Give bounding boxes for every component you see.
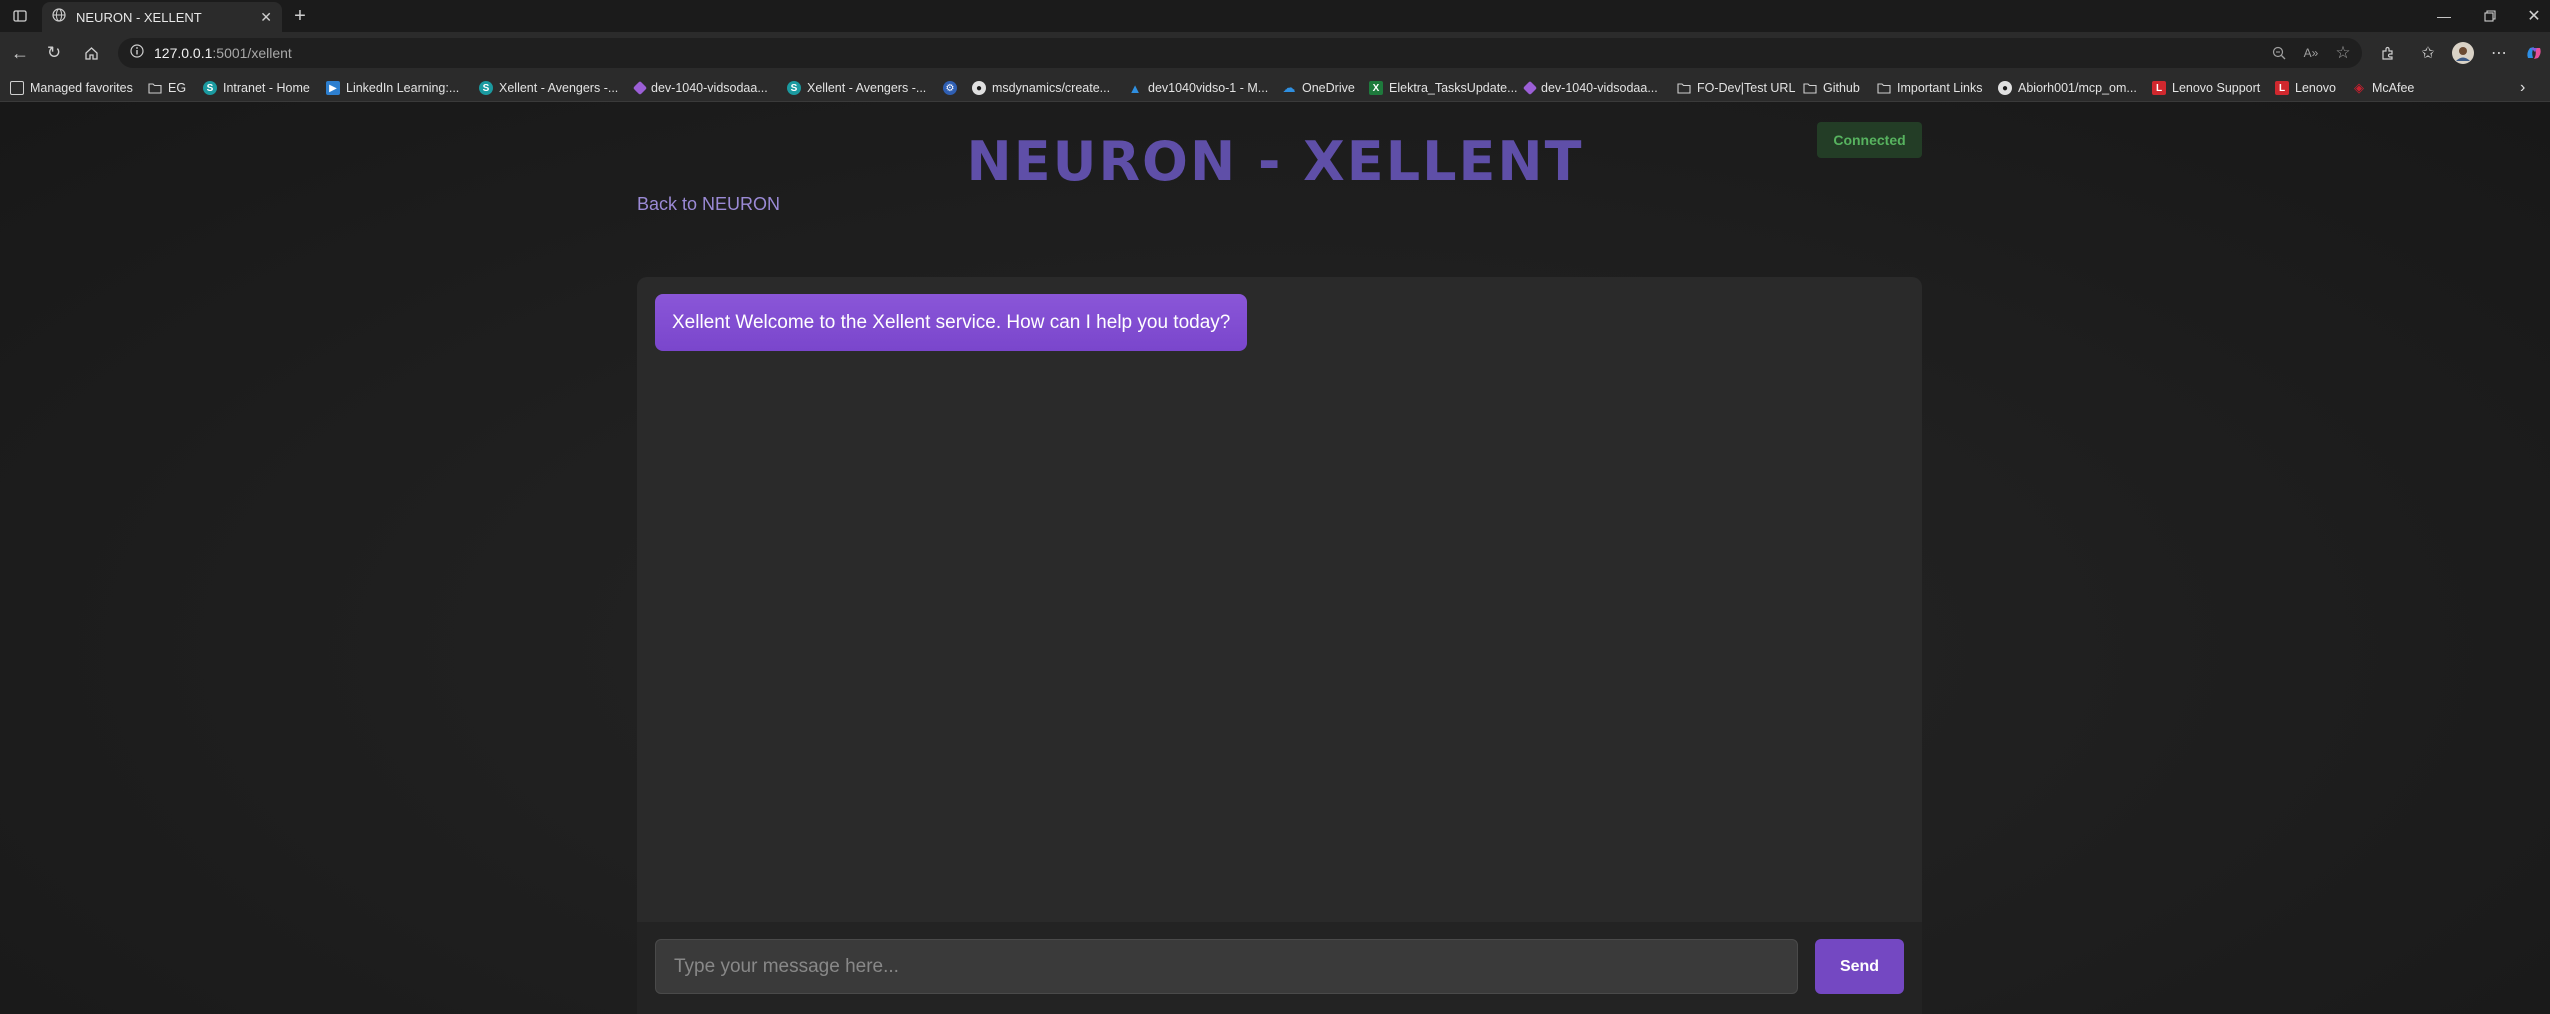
favorite-item[interactable]: L Lenovo Support [2152,74,2260,102]
favorite-label: McAfee [2372,81,2415,95]
page-title: NEURON - XELLENT [966,130,1584,193]
copilot-icon[interactable] [2520,39,2548,67]
profile-avatar[interactable] [2449,39,2477,67]
chat-panel: Xellent Welcome to the Xellent service. … [637,277,1922,1014]
favorite-label: msdynamics/create... [992,81,1111,95]
globe-icon [52,8,66,26]
favorite-label: Xellent - Avengers -... [499,81,619,95]
favorite-label: Xellent - Avengers -... [807,81,927,95]
managed-favorites-icon [10,81,24,95]
send-button[interactable]: Send [1815,939,1904,994]
favorites-bar: Managed favorites EG S Intranet - Home ▶… [0,74,2550,102]
favorite-label: Github [1823,81,1860,95]
favorite-item[interactable]: X Elektra_TasksUpdate... [1369,74,1518,102]
tools-icon: ⚙ [943,81,957,95]
github-icon: ● [1998,81,2012,95]
tab-close-icon[interactable]: ✕ [260,9,272,26]
favorite-folder[interactable]: FO-Dev|Test URL [1677,74,1795,102]
site-info-icon[interactable] [130,44,144,62]
favorite-folder[interactable]: EG [148,74,186,102]
restore-icon[interactable] [2476,2,2504,30]
power-apps-icon [1522,80,1538,96]
favorite-item[interactable]: ☁ OneDrive [1282,74,1355,102]
home-icon[interactable] [77,39,105,67]
url-path: :5001/xellent [212,45,292,61]
favorite-item[interactable]: S Xellent - Avengers -... [787,74,926,102]
favorite-item[interactable]: dev-1040-vidsodaa... [1522,74,1658,102]
new-tab-icon[interactable]: + [286,2,314,30]
favorite-label: FO-Dev|Test URL [1697,81,1796,95]
tab-actions-icon[interactable] [6,2,34,30]
favorite-folder[interactable]: Github [1803,74,1860,102]
favorite-label: Lenovo Support [2172,81,2261,95]
page-content: NEURON - XELLENT Back to NEURON Connecte… [0,102,2550,1014]
favorites-icon[interactable]: ✩ [2414,39,2442,67]
favorite-item[interactable]: ▶ LinkedIn Learning:... [326,74,459,102]
connection-status-badge: Connected [1817,122,1922,158]
address-bar[interactable]: 127.0.0.1:5001/xellent [118,38,2362,68]
extensions-icon[interactable] [2373,39,2401,67]
favorite-label: dev-1040-vidsodaa... [651,81,768,95]
favorite-label: dev1040vidso-1 - M... [1148,81,1269,95]
favorite-item[interactable]: Managed favorites [10,74,133,102]
favorite-label: Important Links [1897,81,1983,95]
excel-icon: X [1369,81,1383,95]
sharepoint-icon: S [479,81,493,95]
favorite-label: EG [168,81,187,95]
back-arrow-icon[interactable]: ← [6,39,34,67]
message-composer: Send [637,922,1922,1014]
favorite-item[interactable]: ▲ dev1040vidso-1 - M... [1128,74,1269,102]
read-aloud-icon[interactable]: A» [2297,39,2325,67]
github-icon: ● [972,81,986,95]
favorite-item[interactable]: ⚙ [943,74,963,102]
zoom-icon[interactable] [2265,39,2293,67]
message-input[interactable] [655,939,1798,994]
lenovo-icon: L [2152,81,2166,95]
mcafee-icon: ◈ [2354,80,2364,95]
more-options-icon[interactable]: ⋯ [2485,39,2513,67]
favorite-label: Lenovo [2295,81,2337,95]
power-apps-icon [632,80,648,96]
favorite-label: Abiorh001/mcp_om... [2018,81,2137,95]
favorite-item[interactable]: S Intranet - Home [203,74,310,102]
favorite-item[interactable]: ◈ McAfee [2352,74,2414,102]
tab-title: NEURON - XELLENT [76,9,202,25]
folder-icon [1803,81,1817,95]
favorite-label: LinkedIn Learning:... [346,81,460,95]
window-close-icon[interactable]: ✕ [2520,2,2548,30]
url-host: 127.0.0.1 [154,45,213,61]
refresh-icon[interactable]: ↻ [40,39,68,67]
back-to-neuron-link[interactable]: Back to NEURON [637,194,780,215]
favorite-item[interactable]: L Lenovo [2275,74,2336,102]
address-bar-row: ← ↻ 127.0.0.1:5001/xellent A» ☆ ✩ ⋯ [0,32,2550,74]
folder-icon [1877,81,1891,95]
onedrive-icon: ☁ [1282,80,1296,95]
tab-active[interactable]: NEURON - XELLENT ✕ [42,2,282,32]
folder-icon [148,81,162,95]
linkedin-learning-icon: ▶ [326,81,340,95]
folder-icon [1677,81,1691,95]
favorite-label: Managed favorites [30,81,133,95]
sharepoint-icon: S [203,81,217,95]
lenovo-icon: L [2275,81,2289,95]
favorite-item[interactable]: ● msdynamics/create... [972,74,1110,102]
favorite-item[interactable]: S Xellent - Avengers -... [479,74,618,102]
favorite-folder[interactable]: Important Links [1877,74,1982,102]
favorite-item[interactable]: dev-1040-vidsodaa... [632,74,768,102]
sharepoint-icon: S [787,81,801,95]
favorite-star-icon[interactable]: ☆ [2329,39,2357,67]
favorite-label: OneDrive [1302,81,1355,95]
favorite-label: Elektra_TasksUpdate... [1389,81,1518,95]
tab-strip: NEURON - XELLENT ✕ + — ✕ [0,0,2550,32]
favorite-label: Intranet - Home [223,81,310,95]
minimize-icon[interactable]: — [2430,2,2458,30]
azure-icon: ▲ [1128,80,1142,96]
message-list[interactable]: Xellent Welcome to the Xellent service. … [637,277,1922,922]
bot-message: Xellent Welcome to the Xellent service. … [655,294,1248,351]
favorite-label: dev-1040-vidsodaa... [1541,81,1658,95]
favorites-overflow-icon[interactable]: › [2520,74,2525,102]
favorite-item[interactable]: ● Abiorh001/mcp_om... [1998,74,2137,102]
